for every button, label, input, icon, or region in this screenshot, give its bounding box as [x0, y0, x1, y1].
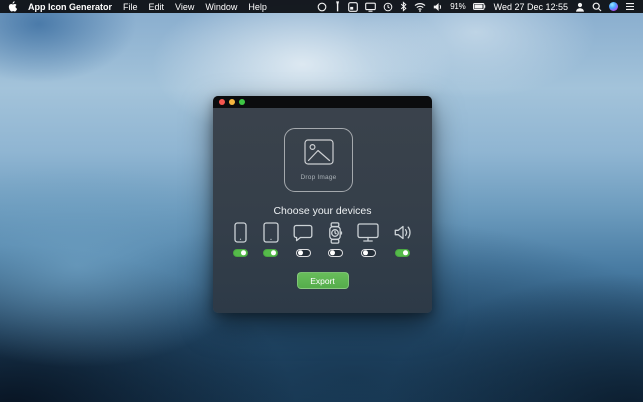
drop-image-label: Drop Image: [301, 174, 337, 181]
notification-center-icon[interactable]: [625, 2, 635, 11]
desktop-wallpaper: App Icon Generator File Edit View Window…: [0, 0, 643, 402]
device-ipad: [263, 222, 279, 257]
menu-item-view[interactable]: View: [175, 2, 194, 12]
menu-bar-clock[interactable]: Wed 27 Dec 12:55: [494, 2, 568, 12]
circle-status-icon[interactable]: [317, 2, 327, 12]
menu-item-window[interactable]: Window: [205, 2, 237, 12]
app-menu-title[interactable]: App Icon Generator: [28, 2, 112, 12]
menu-item-help[interactable]: Help: [248, 2, 267, 12]
user-icon[interactable]: [575, 2, 585, 12]
window-titlebar[interactable]: [213, 96, 432, 108]
ipad-icon: [263, 222, 279, 243]
apple-menu-icon[interactable]: [8, 1, 17, 12]
siri-icon[interactable]: [609, 2, 618, 11]
mac-display-icon: [357, 222, 379, 243]
wifi-icon[interactable]: [414, 2, 426, 12]
device-message: [293, 222, 313, 257]
iphone-toggle[interactable]: [233, 249, 248, 257]
device-audio: [394, 222, 412, 257]
export-button[interactable]: Export: [297, 272, 349, 289]
close-button[interactable]: [219, 99, 225, 105]
volume-icon[interactable]: [433, 2, 443, 12]
ipad-toggle[interactable]: [263, 249, 278, 257]
watch-toggle[interactable]: [328, 249, 343, 257]
app-window: Drop Image Choose your devices: [213, 96, 432, 313]
device-watch: [328, 222, 343, 257]
bluetooth-icon[interactable]: [400, 1, 407, 12]
device-mac: [357, 222, 379, 257]
device-iphone: [233, 222, 248, 257]
menu-item-file[interactable]: File: [123, 2, 138, 12]
apple-watch-icon: [328, 222, 343, 243]
menu-bar: App Icon Generator File Edit View Window…: [0, 0, 643, 13]
battery-percentage: 91%: [450, 2, 465, 11]
time-machine-icon[interactable]: [383, 2, 393, 12]
mac-toggle[interactable]: [361, 249, 376, 257]
app-window-icon[interactable]: [348, 2, 358, 12]
device-selector-row: [233, 222, 412, 257]
speaker-icon: [394, 222, 412, 243]
battery-icon[interactable]: [473, 3, 486, 10]
message-toggle[interactable]: [296, 249, 311, 257]
iphone-icon: [234, 222, 247, 243]
drop-image-area[interactable]: Drop Image: [284, 128, 353, 192]
minimize-button[interactable]: [229, 99, 235, 105]
spotlight-icon[interactable]: [592, 2, 602, 12]
image-placeholder-icon: [304, 139, 334, 170]
audio-toggle[interactable]: [395, 249, 410, 257]
flashlight-icon[interactable]: [334, 1, 341, 12]
display-mirroring-icon[interactable]: [365, 2, 376, 12]
message-bubble-icon: [293, 222, 313, 243]
choose-devices-heading: Choose your devices: [213, 205, 432, 217]
menu-item-edit[interactable]: Edit: [149, 2, 165, 12]
zoom-button[interactable]: [239, 99, 245, 105]
